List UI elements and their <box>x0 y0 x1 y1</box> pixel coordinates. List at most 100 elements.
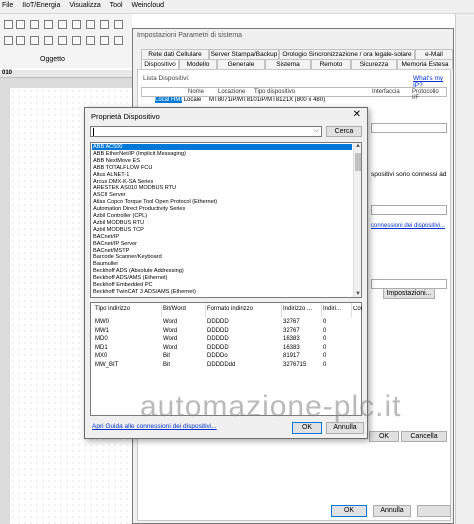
device-list-item[interactable]: Baumuller <box>92 261 352 267</box>
object-tool-icon[interactable] <box>114 20 123 29</box>
address-cell: 32767 <box>283 319 300 325</box>
device-list-item[interactable]: Automation Direct Productivity Series <box>92 206 352 212</box>
scroll-up-icon[interactable]: ▲ <box>354 143 362 149</box>
device-list-item[interactable]: Azbil MODBUS TCP <box>92 227 352 233</box>
guide-link[interactable]: Apri Guida alle connessioni dei disposit… <box>92 423 217 430</box>
tab-generale[interactable]: Generale <box>217 59 265 69</box>
menu-tool[interactable]: Tool <box>110 2 123 9</box>
close-icon[interactable]: ✕ <box>353 109 361 120</box>
device-list-item[interactable]: Beckhoff ADS/AMS (Ethernet) <box>92 275 352 281</box>
scrollbar-thumb[interactable] <box>355 153 361 171</box>
text-caret <box>93 128 94 136</box>
device-list-item[interactable]: BACnet/MSTP <box>92 248 352 254</box>
object-tool-icon[interactable] <box>114 36 123 45</box>
object-tool-icon[interactable] <box>4 20 13 29</box>
device-list-item[interactable]: Altus ALNET-1 <box>92 172 352 178</box>
side-connections-link[interactable]: connessioni dei dispositivi... <box>371 223 445 229</box>
object-tool-icon[interactable] <box>58 20 67 29</box>
side-ok-button[interactable]: OK <box>369 431 399 442</box>
col-bit-word: Bit/Word <box>163 306 186 312</box>
system-annulla-button[interactable]: Annulla <box>373 505 411 517</box>
object-tool-icon[interactable] <box>100 36 109 45</box>
device-list-item[interactable]: Azbil Controller (CPL) <box>92 213 352 219</box>
address-cell: MW1 <box>95 327 109 334</box>
tab-rete-dati-cellulare[interactable]: Rete dati Cellulare <box>141 49 209 59</box>
device-row-local-hmi[interactable]: Local HMI Locale MT8071iP/MT8101iP/MT812… <box>155 97 447 106</box>
address-cell: 0 <box>323 327 327 334</box>
chevron-down-icon[interactable]: ⌵ <box>314 127 319 135</box>
address-cell: DDDDD <box>207 319 229 325</box>
device-type-list[interactable]: ABB AC500 ABB EtherNet/IP (Implicit Messa… <box>90 142 362 298</box>
object-tool-icon[interactable] <box>16 36 25 45</box>
tab-memoria-estesa[interactable]: Memoria Estesa <box>397 59 453 69</box>
toolbar-group-label: Oggetto <box>40 56 65 63</box>
col-nome: Nome <box>188 89 205 95</box>
side-input-field-2[interactable] <box>371 205 447 215</box>
object-tool-icon[interactable] <box>30 36 39 45</box>
ok-button[interactable]: OK <box>292 422 322 434</box>
main-menubar: File IIoT/Energia Visualizza Tool Weincl… <box>0 0 474 14</box>
device-list-item[interactable]: Beckhoff TwinCAT 3 ADS/AMS (Ethernet) <box>92 289 352 295</box>
device-list-item[interactable]: ABB NextMove ES <box>92 158 352 164</box>
object-tool-icon[interactable] <box>100 20 109 29</box>
tab-sicurezza[interactable]: Sicurezza <box>351 59 397 69</box>
device-list-label: Lista Dispositivi: <box>143 75 190 82</box>
object-tool-icon[interactable] <box>86 36 95 45</box>
device-list-item[interactable]: ASCII Server <box>92 192 352 198</box>
tab-dispositivo[interactable]: Dispositivo <box>141 59 179 69</box>
system-extra-button[interactable] <box>417 505 451 517</box>
device-list-item[interactable]: Beckhoff ADS (Absolute Addressing) <box>92 268 352 274</box>
address-cell: 0 <box>323 344 327 351</box>
address-cell: 81917 <box>283 353 300 360</box>
device-list-item[interactable]: BACnet/IP Server <box>92 241 352 247</box>
tab-sistema[interactable]: Sistema <box>265 59 311 69</box>
device-list-item[interactable]: Arcus DMX-K-SA Series <box>92 179 352 185</box>
system-ok-button[interactable]: OK <box>331 505 367 517</box>
col-indirizzo-min: Indiri... <box>323 306 342 312</box>
object-tool-icon[interactable] <box>44 36 53 45</box>
device-search-input[interactable]: ⌵ <box>90 126 322 137</box>
tab-remoto[interactable]: Remoto <box>311 59 351 69</box>
tab-email[interactable]: e-Mail <box>415 49 453 59</box>
device-list-scrollbar[interactable]: ▲ ▼ <box>353 143 361 297</box>
address-cell: Word <box>163 336 178 343</box>
object-tool-icon[interactable] <box>58 36 67 45</box>
address-cell: MX0 <box>95 353 108 360</box>
annulla-button[interactable]: Annulla <box>326 422 364 434</box>
menu-visualizza[interactable]: Visualizza <box>69 2 100 9</box>
address-cell: 0 <box>323 362 327 368</box>
tab-server-stampa-backup[interactable]: Server Stampa/Backup <box>209 49 279 59</box>
address-cell: DDDDD <box>207 327 229 334</box>
object-tool-icon[interactable] <box>16 20 25 29</box>
object-tool-icon[interactable] <box>72 36 81 45</box>
device-list-item[interactable]: ABB TOTALFLOW FCU <box>92 165 352 171</box>
impostazioni-button[interactable]: Impostazioni... <box>383 288 435 299</box>
device-list-item[interactable]: Beckhoff Embedded PC <box>92 282 352 288</box>
device-row-location: Locale <box>183 97 202 103</box>
scroll-down-icon[interactable]: ▼ <box>354 291 362 297</box>
device-list-item[interactable]: BACnet/IP <box>92 234 352 240</box>
object-tool-icon[interactable] <box>44 20 53 29</box>
device-list-item[interactable]: ARESTEK AS010 MODBUS RTU <box>92 185 352 191</box>
menu-iiot-energia[interactable]: IIoT/Energia <box>22 2 60 9</box>
tab-modello[interactable]: Modello <box>179 59 217 69</box>
menu-file[interactable]: File <box>2 2 13 9</box>
object-tool-icon[interactable] <box>30 20 39 29</box>
device-list-item[interactable]: Atlas Copco Torque Tool Open Protocol (E… <box>92 199 352 205</box>
object-tool-icon[interactable] <box>72 20 81 29</box>
address-cell: Bit <box>163 362 171 368</box>
menu-weincloud[interactable]: Weincloud <box>131 2 164 9</box>
cancella-button[interactable]: Cancella <box>401 431 447 442</box>
object-tool-icon[interactable] <box>4 36 13 45</box>
device-list-item[interactable]: ABB AC500 <box>92 144 352 151</box>
address-cell: 3276715 <box>283 362 307 368</box>
device-list-item[interactable]: Barcode Scanner/Keyboard <box>92 254 352 260</box>
cerca-button[interactable]: Cerca <box>326 126 362 137</box>
device-list-item[interactable]: Azbil MODBUS RTU <box>92 220 352 226</box>
system-dialog-title: Impostazioni Parametri di sistema <box>137 32 243 39</box>
side-input-field[interactable] <box>371 123 447 133</box>
device-list-item[interactable]: ABB EtherNet/IP (Implicit Messaging) <box>92 151 352 157</box>
tab-orologio[interactable]: Orologio Sincronizzazione / ora legale-s… <box>279 49 415 59</box>
object-tool-icon[interactable] <box>86 20 95 29</box>
ruler-label: 010 <box>2 70 13 76</box>
